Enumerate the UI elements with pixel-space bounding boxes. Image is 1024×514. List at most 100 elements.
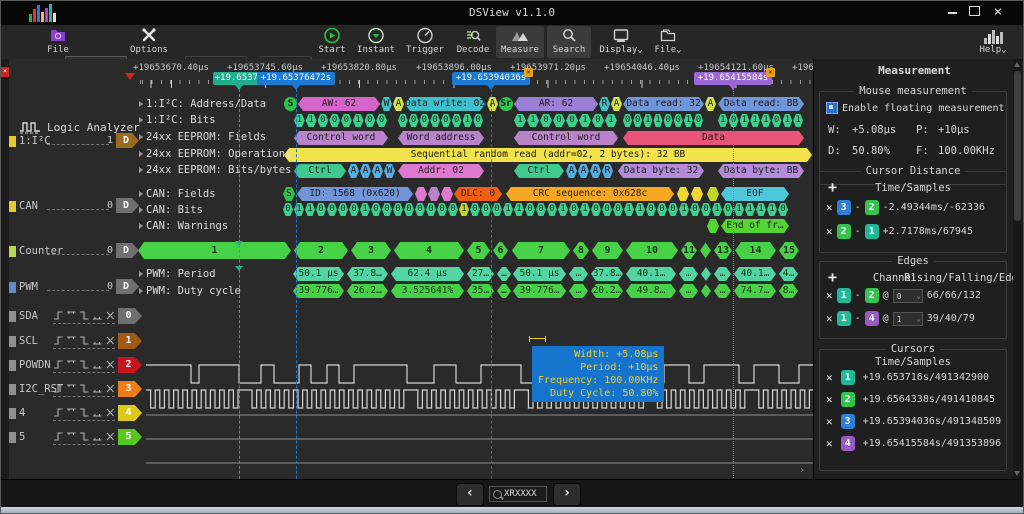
decoder-row-label[interactable]: 1:I²C: Bits bbox=[139, 114, 216, 126]
digital-channel-row[interactable]: SCL1 bbox=[9, 329, 147, 353]
trigger-falling-icon[interactable] bbox=[79, 382, 90, 394]
cursor-badge[interactable]: 1 bbox=[837, 288, 851, 303]
flag-close-icon[interactable]: ✕ bbox=[766, 68, 775, 77]
trigger-button[interactable]: Trigger bbox=[403, 26, 447, 58]
delete-row-icon[interactable]: ✕ bbox=[826, 225, 833, 238]
cursor-badge[interactable]: 3 bbox=[841, 414, 855, 429]
delete-row-icon[interactable]: ✕ bbox=[826, 415, 833, 428]
cursor-badge[interactable]: 1 bbox=[837, 311, 851, 326]
cursor-vline[interactable] bbox=[733, 89, 734, 479]
decoder-row-label[interactable]: 24xx EEPROM: Fields bbox=[139, 131, 266, 143]
decoder-row-label[interactable]: 24xx EEPROM: Operations bbox=[139, 148, 291, 160]
digital-channel-row[interactable]: 44 bbox=[9, 401, 147, 425]
minimize-button[interactable] bbox=[943, 5, 961, 21]
decoder-badge[interactable]: D bbox=[116, 279, 139, 294]
session-close-icon[interactable]: × bbox=[1, 67, 9, 77]
trigger-falling-icon[interactable] bbox=[79, 309, 90, 321]
decoder-row-label[interactable]: CAN: Warnings bbox=[139, 220, 228, 232]
cursor-badge[interactable]: 4 bbox=[841, 436, 855, 451]
scroll-down-icon[interactable] bbox=[1014, 471, 1020, 476]
instant-button[interactable]: Instant bbox=[353, 26, 399, 58]
digital-channel-row[interactable]: POWDN2 bbox=[9, 353, 147, 377]
trigger-low-icon[interactable] bbox=[92, 309, 103, 321]
cursor-badge[interactable]: 4 bbox=[865, 311, 879, 326]
measure-button[interactable]: Measure bbox=[496, 26, 544, 58]
delete-row-icon[interactable]: ✕ bbox=[826, 312, 833, 325]
decode-button[interactable]: Decode bbox=[451, 26, 495, 58]
trigger-any-icon[interactable] bbox=[105, 334, 116, 346]
decoder-row-label[interactable]: CAN: Bits bbox=[139, 204, 203, 216]
digital-channel-row[interactable]: I2C_RST3 bbox=[9, 377, 147, 401]
search-next-button[interactable]: › bbox=[553, 483, 581, 506]
cursor-badge[interactable]: 2 bbox=[865, 200, 879, 215]
trigger-falling-icon[interactable] bbox=[79, 430, 90, 442]
cursor-badge[interactable]: 2 bbox=[837, 224, 851, 239]
digital-channel-row[interactable]: SDA0 bbox=[9, 304, 147, 328]
trigger-high-icon[interactable] bbox=[66, 334, 77, 346]
search-input[interactable] bbox=[504, 489, 544, 499]
channel-number-badge[interactable]: 2 bbox=[118, 357, 142, 373]
channel-number-badge[interactable]: 1 bbox=[118, 333, 142, 349]
cursor-badge[interactable]: 1 bbox=[865, 224, 879, 239]
cursor-badge[interactable]: 2 bbox=[865, 288, 879, 303]
trigger-low-icon[interactable] bbox=[92, 430, 103, 442]
waveform-area[interactable]: Logic Analyzer +19653670.40μs+19653745.6… bbox=[9, 59, 813, 479]
delete-row-icon[interactable]: ✕ bbox=[826, 201, 833, 214]
delete-row-icon[interactable]: ✕ bbox=[826, 393, 833, 406]
decoder-badge[interactable]: D bbox=[116, 198, 139, 213]
start-button[interactable]: Start bbox=[313, 26, 351, 58]
decoder-row-label[interactable]: PWM: Duty cycle bbox=[139, 285, 241, 297]
trigger-high-icon[interactable] bbox=[66, 406, 77, 418]
scroll-up-icon[interactable] bbox=[1014, 62, 1020, 67]
cursor-flag[interactable]: +19.65394036s✕ bbox=[452, 72, 530, 85]
decoder-row-label[interactable]: CAN: Fields bbox=[139, 188, 216, 200]
cursor-flag[interactable]: +19.65376472s bbox=[257, 72, 335, 85]
channel-label-block[interactable]: Counter0D bbox=[9, 242, 141, 260]
trigger-any-icon[interactable] bbox=[105, 406, 116, 418]
trigger-rising-icon[interactable] bbox=[53, 430, 64, 442]
channel-label-block[interactable]: 1:I²C1D bbox=[9, 132, 141, 150]
display-menu-button[interactable]: Display⌄ bbox=[596, 26, 646, 58]
trigger-high-icon[interactable] bbox=[66, 382, 77, 394]
trigger-any-icon[interactable] bbox=[105, 358, 116, 370]
delete-row-icon[interactable]: ✕ bbox=[826, 437, 833, 450]
edge-channel-select[interactable]: 0⌄ bbox=[893, 289, 923, 303]
channel-label-block[interactable]: CAN0D bbox=[9, 197, 141, 215]
file-button[interactable]: File bbox=[35, 26, 81, 58]
panel-scrollbar[interactable] bbox=[1013, 59, 1022, 479]
edge-channel-select[interactable]: 1⌄ bbox=[893, 312, 923, 326]
options-button[interactable]: Options bbox=[127, 26, 171, 58]
cursor-vline[interactable] bbox=[491, 89, 492, 479]
cursor-badge[interactable]: 1 bbox=[841, 370, 855, 385]
channel-number-badge[interactable]: 4 bbox=[118, 405, 142, 421]
trigger-rising-icon[interactable] bbox=[53, 382, 64, 394]
cursor-flag[interactable]: +19.65415584s✕ bbox=[694, 72, 772, 85]
help-button[interactable]: Help⌄ bbox=[969, 26, 1017, 58]
trigger-rising-icon[interactable] bbox=[53, 406, 64, 418]
delete-row-icon[interactable]: ✕ bbox=[826, 289, 833, 302]
search-prev-button[interactable]: ‹ bbox=[456, 483, 484, 506]
decoder-badge[interactable]: D bbox=[116, 133, 139, 148]
decoder-row-label[interactable]: 1:I²C: Address/Data bbox=[139, 98, 266, 110]
delete-row-icon[interactable]: ✕ bbox=[826, 371, 833, 384]
decoder-badge[interactable]: D bbox=[116, 243, 139, 258]
decoder-row-label[interactable]: PWM: Period bbox=[139, 268, 216, 280]
digital-channel-row[interactable]: 55 bbox=[9, 425, 147, 449]
trigger-any-icon[interactable] bbox=[105, 382, 116, 394]
trigger-falling-icon[interactable] bbox=[79, 358, 90, 370]
trigger-high-icon[interactable] bbox=[66, 430, 77, 442]
decoder-row-label[interactable]: 24xx EEPROM: Bits/bytes bbox=[139, 164, 291, 176]
trigger-high-icon[interactable] bbox=[66, 358, 77, 370]
trigger-rising-icon[interactable] bbox=[53, 334, 64, 346]
trigger-low-icon[interactable] bbox=[92, 358, 103, 370]
floating-measurement-checkbox[interactable] bbox=[826, 102, 838, 114]
cursor-badge[interactable]: 3 bbox=[837, 200, 851, 215]
cursor-vline[interactable] bbox=[296, 89, 297, 479]
trigger-any-icon[interactable] bbox=[105, 430, 116, 442]
file-menu-button[interactable]: File⌄ bbox=[649, 26, 687, 58]
cursor-badge[interactable]: 2 bbox=[841, 392, 855, 407]
trigger-any-icon[interactable] bbox=[105, 309, 116, 321]
trigger-high-icon[interactable] bbox=[66, 309, 77, 321]
channel-number-badge[interactable]: 5 bbox=[118, 429, 142, 445]
trigger-low-icon[interactable] bbox=[92, 406, 103, 418]
